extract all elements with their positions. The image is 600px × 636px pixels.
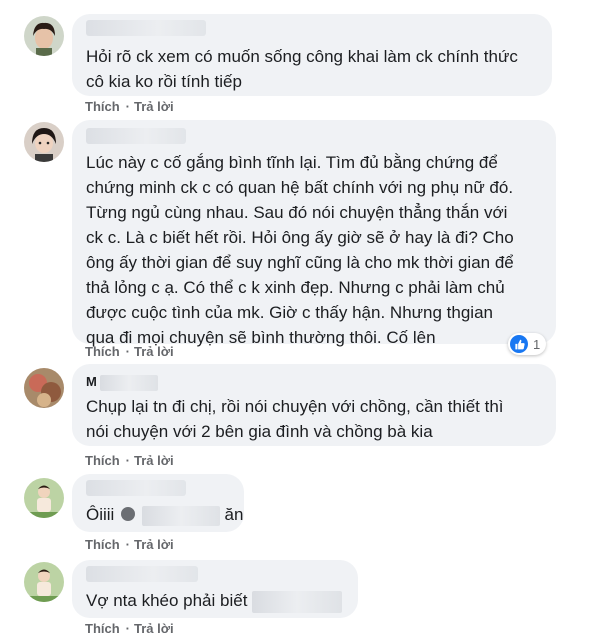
comment-actions: Thích · Trả lời [85, 537, 180, 552]
redacted-text [252, 590, 343, 613]
author-name-redacted[interactable] [86, 20, 206, 36]
reply-link[interactable]: Trả lời [134, 537, 174, 552]
reaction-number: 1 [533, 336, 541, 352]
comment-bubble: Ôiiii ăn [72, 474, 244, 532]
like-link[interactable]: Thích [85, 344, 120, 359]
author-name[interactable]: M [86, 374, 159, 391]
reply-link[interactable]: Trả lời [134, 621, 174, 636]
like-link[interactable]: Thích [85, 99, 120, 114]
avatar[interactable] [24, 16, 64, 56]
comment-text: Ôiiii ăn [86, 502, 243, 527]
like-link[interactable]: Thích [85, 621, 120, 636]
like-link[interactable]: Thích [85, 453, 120, 468]
avatar[interactable] [24, 368, 64, 408]
comment-text: Hỏi rõ ck xem có muốn sống công khai làm… [86, 47, 518, 91]
reply-link[interactable]: Trả lời [134, 344, 174, 359]
redacted-text [141, 505, 220, 526]
separator: · [125, 453, 131, 468]
avatar-image [24, 16, 64, 56]
separator: · [125, 621, 131, 636]
author-name-redacted[interactable] [86, 480, 186, 496]
comment-actions: Thích · Trả lời [85, 344, 180, 359]
reply-link[interactable]: Trả lời [134, 453, 174, 468]
comment-text: Vợ nta khéo phải biết [86, 588, 346, 613]
author-name-initial: M [86, 374, 97, 389]
comment-actions: Thích · Trả lời [85, 621, 180, 636]
avatar-image [24, 122, 64, 162]
author-name-redacted[interactable] [86, 128, 186, 144]
avatar[interactable] [24, 478, 64, 518]
comment-text: Lúc này c cố gắng bình tĩnh lại. Tìm đủ … [86, 153, 514, 347]
comment-text: Chụp lại tn đi chị, rồi nói chuyện với c… [86, 397, 504, 441]
avatar[interactable] [24, 122, 64, 162]
like-reaction-icon [510, 335, 528, 353]
comment-bubble: Vợ nta khéo phải biết [72, 560, 358, 618]
separator: · [125, 537, 131, 552]
comment-bubble: M Chụp lại tn đi chị, rồi nói chuyện với… [72, 364, 556, 446]
reaction-count[interactable]: 1 [508, 333, 547, 355]
like-link[interactable]: Thích [85, 537, 120, 552]
author-name-redacted[interactable] [86, 566, 198, 582]
comment-bubble: Hỏi rõ ck xem có muốn sống công khai làm… [72, 14, 552, 96]
avatar[interactable] [24, 562, 64, 602]
reply-link[interactable]: Trả lời [134, 99, 174, 114]
comment-actions: Thích · Trả lời [85, 453, 180, 468]
comment-text-end: ăn [224, 505, 244, 524]
comment-bubble: Lúc này c cố gắng bình tĩnh lại. Tìm đủ … [72, 120, 556, 347]
comment-text-start: Ôiiii [86, 505, 115, 524]
comment-text-start: Vợ nta khéo phải biết [86, 591, 248, 610]
avatar-image [24, 368, 64, 408]
avatar-image [24, 478, 64, 518]
emoji-icon [121, 507, 136, 521]
avatar-image [24, 562, 64, 602]
separator: · [125, 99, 131, 114]
comment-actions: Thích · Trả lời [85, 99, 180, 114]
author-name-redacted [100, 374, 159, 391]
separator: · [125, 344, 131, 359]
